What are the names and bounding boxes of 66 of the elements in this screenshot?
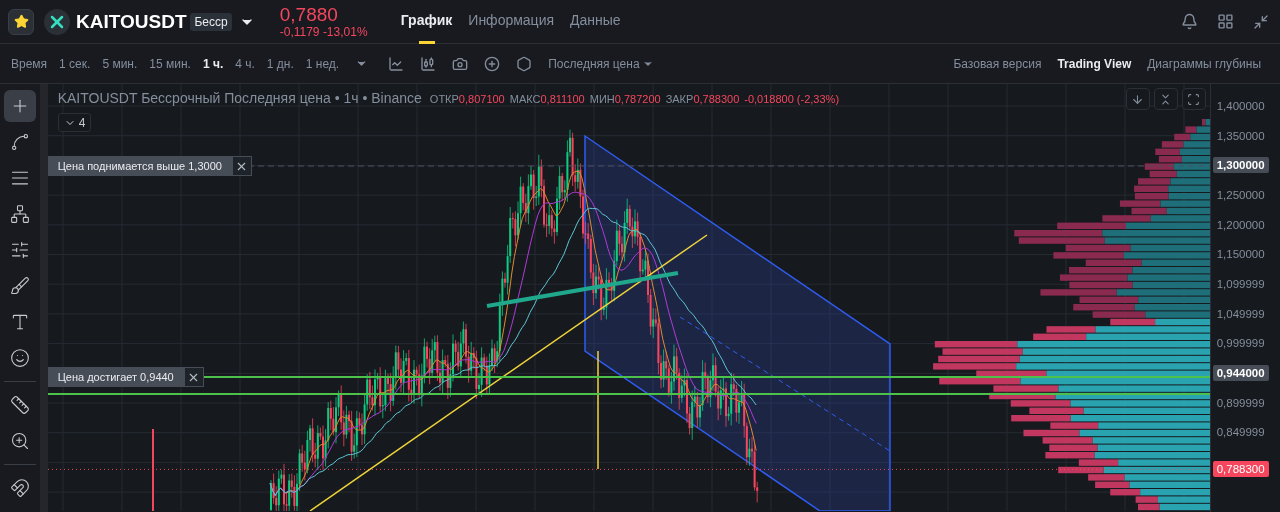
last-price: 0,7880: [279, 4, 339, 25]
ohlc-label: ЗАКР: [665, 93, 694, 105]
ohlc-label: МИН: [589, 93, 615, 105]
alert-price-tag: 0,944000: [1212, 365, 1269, 382]
view-tab[interactable]: Диаграммы глубины: [1147, 56, 1261, 71]
price-tick: 0,849999: [1215, 425, 1266, 441]
interval-button[interactable]: 1 сек.: [59, 56, 91, 71]
price-tick: 1,049999: [1215, 306, 1266, 322]
star-icon: [13, 14, 29, 29]
candlestick-icon[interactable]: [420, 55, 437, 72]
close-button[interactable]: [231, 156, 252, 176]
tab[interactable]: Данные: [570, 0, 621, 44]
price-type-dropdown[interactable]: Последняя цена: [548, 56, 654, 71]
price-tick: 0,999999: [1215, 336, 1266, 352]
price-change: -0,1179 -13,01%: [279, 25, 369, 39]
price-tick: 0,899999: [1215, 395, 1266, 411]
logo-icon: [44, 8, 70, 35]
tab[interactable]: Информация: [468, 0, 555, 44]
price-tick: 1,350000: [1215, 128, 1266, 144]
ohlc-value: 0,807100: [458, 93, 505, 105]
tab[interactable]: График: [400, 0, 453, 44]
symbol-name: KAITOUSDT: [76, 10, 187, 33]
line-chart-icon[interactable]: [388, 55, 405, 72]
alert-label: Цена достигает 0,9440: [47, 367, 184, 387]
arrow-down-icon[interactable]: [1125, 88, 1150, 110]
brush-icon: [9, 276, 30, 296]
price-tick: 1,400000: [1215, 98, 1266, 114]
frame-icon[interactable]: [1181, 88, 1206, 110]
hexagon-icon[interactable]: [516, 55, 533, 72]
ohlc-change: -0,018800 (-2,33%): [744, 93, 840, 105]
price-tick: 1,150000: [1215, 247, 1266, 263]
chart-title: KAITOUSDT Бессрочный Последняя цена • 1ч • Binance: [57, 90, 422, 106]
smiley-icon: [9, 348, 30, 368]
alert-label: Цена поднимается выше 1,3000: [47, 156, 232, 176]
magnet-icon: [9, 478, 30, 498]
collapse-icon[interactable]: [1153, 88, 1178, 110]
contract-badge: Бесср: [190, 12, 232, 31]
view-tab[interactable]: Trading View: [1057, 56, 1132, 71]
view-tab[interactable]: Базовая версия: [953, 56, 1042, 71]
price-tick: 1,200000: [1215, 217, 1266, 233]
interval-button[interactable]: 15 мин.: [149, 56, 191, 71]
favorite-button[interactable]: [8, 8, 34, 35]
ohlc-value: 0,811100: [540, 93, 585, 105]
price-tick: 1,099999: [1215, 276, 1266, 292]
interval-button[interactable]: 1 нед.: [305, 56, 340, 71]
ohlc-label: МАКС: [509, 93, 541, 105]
interval-button[interactable]: 1 дн.: [266, 56, 294, 71]
ohlc-label: ОТКР: [429, 93, 459, 105]
interval-button[interactable]: 5 мин.: [102, 56, 138, 71]
interval-button[interactable]: 4 ч.: [235, 56, 255, 71]
camera-icon[interactable]: [452, 55, 469, 72]
pattern-icon: [9, 204, 30, 224]
line-tool-icon: [9, 132, 30, 152]
indicators-toggle[interactable]: 4: [57, 113, 92, 132]
plus-circle-icon[interactable]: [484, 55, 501, 72]
drawing-tool-button[interactable]: [3, 90, 36, 122]
zoom-in-icon: [9, 431, 30, 451]
alert-price-tag: 1,300000: [1212, 157, 1269, 174]
ruler-icon: [9, 395, 30, 415]
ohlc-value: 0,787200: [614, 93, 661, 105]
price-tick: 1,250000: [1215, 187, 1266, 203]
current-price-tag: 0,788300: [1212, 461, 1269, 477]
close-button[interactable]: [183, 367, 204, 387]
ohlc-value: 0,788300: [693, 93, 740, 105]
time-label: Время: [11, 56, 48, 71]
interval-button[interactable]: 1 ч.: [202, 56, 224, 71]
